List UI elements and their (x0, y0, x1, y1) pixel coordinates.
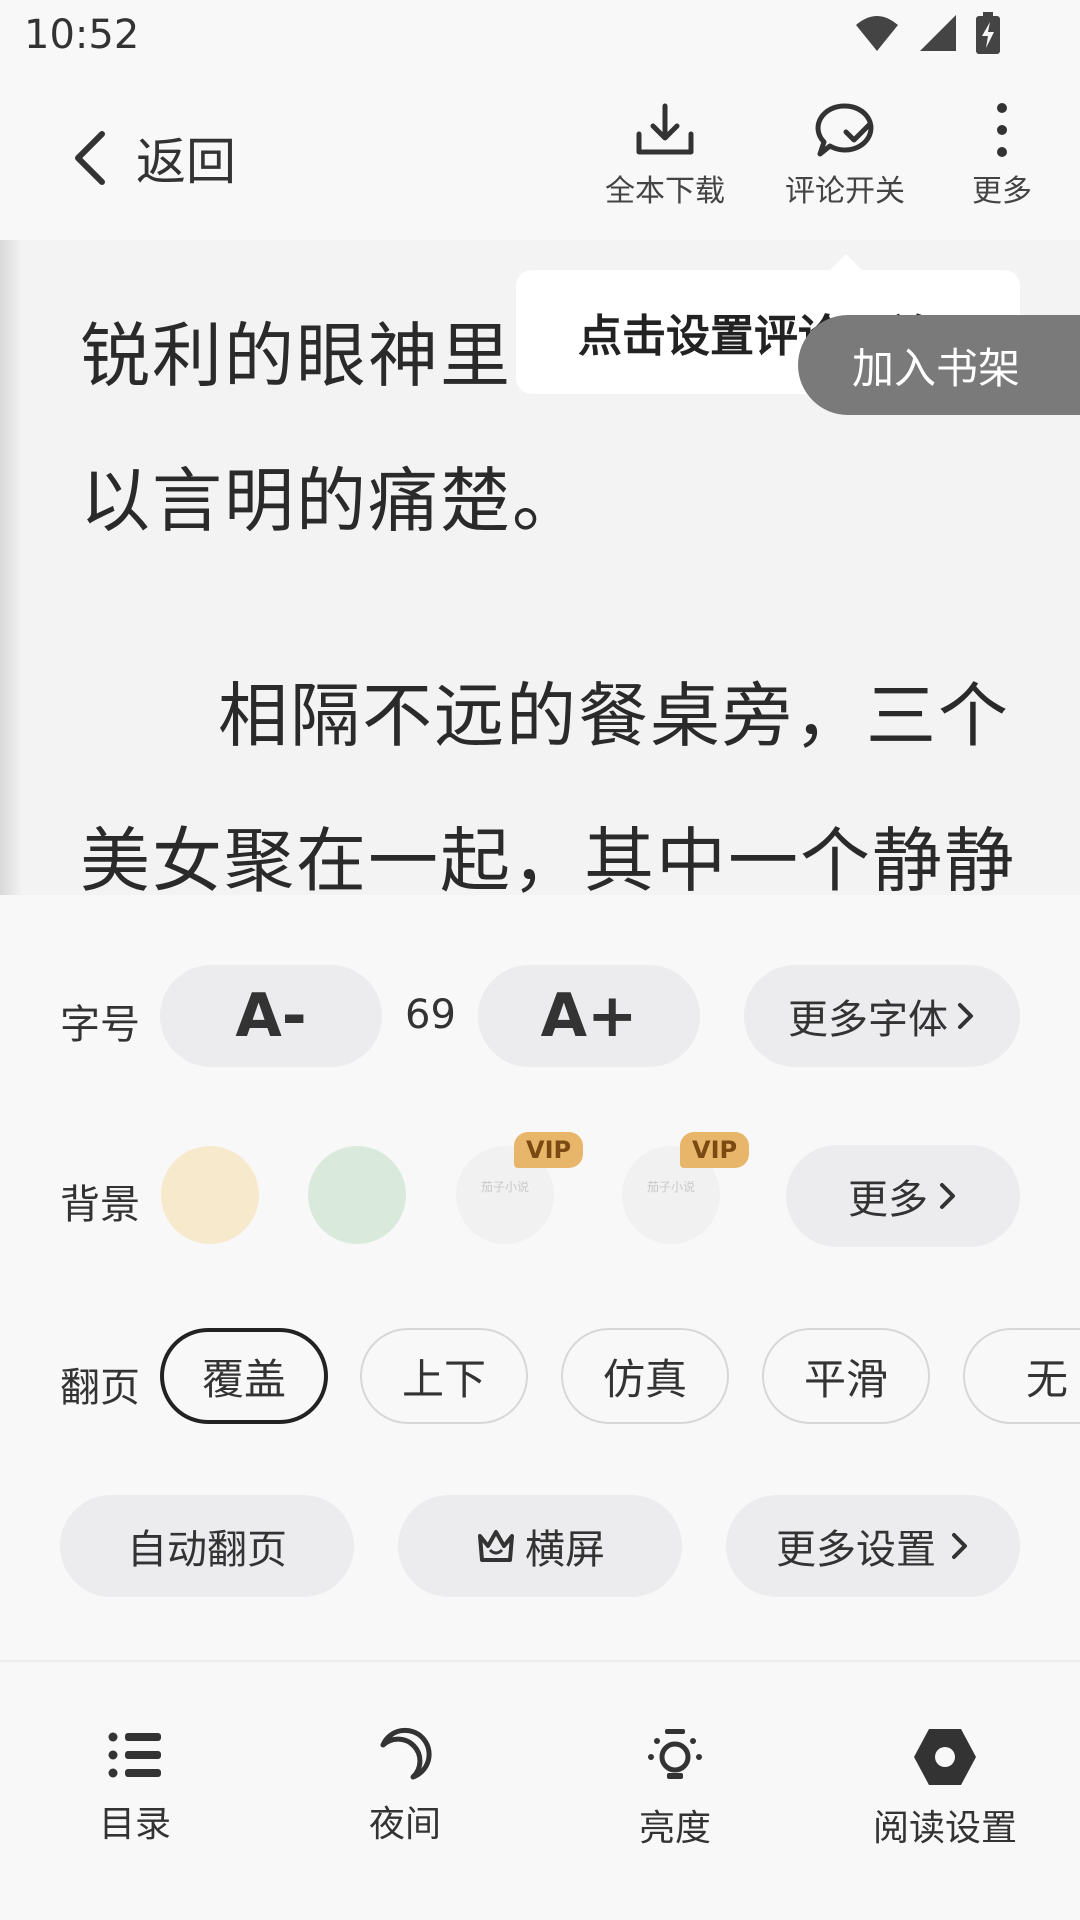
nav-label: 阅读设置 (872, 1808, 1017, 1849)
wifi-icon (856, 16, 898, 51)
landscape-label: 横屏 (525, 1527, 605, 1573)
tooltip-arrow (830, 254, 862, 270)
turn-option-vertical[interactable]: 上下 (360, 1328, 528, 1424)
font-increase-button[interactable]: A+ (478, 965, 700, 1067)
comment-toggle-button[interactable]: 评论开关 (785, 102, 905, 210)
nav-label: 夜间 (368, 1804, 441, 1845)
background-swatch-beige[interactable] (161, 1146, 259, 1244)
more-settings-label: 更多设置 (776, 1527, 936, 1573)
back-button[interactable]: 返回 (72, 122, 236, 194)
more-vertical-icon (997, 103, 1007, 157)
more-label: 更多 (972, 174, 1032, 209)
reading-settings-panel: 字号 A- 69 A+ 更多字体 背景 茄子小说 VIP 茄子小说 VIP 更多… (0, 895, 1080, 1660)
status-icons (854, 12, 1000, 54)
nav-item-reading-settings[interactable]: 阅读设置 (835, 1727, 1055, 1851)
chevron-left-icon (75, 131, 105, 185)
moon-icon (380, 1727, 432, 1780)
more-button[interactable]: 更多 (972, 102, 1032, 210)
text-line: 锐利的眼神里 (80, 315, 512, 397)
comment-toggle-label: 评论开关 (785, 174, 905, 209)
nav-item-night[interactable]: 夜间 (295, 1727, 515, 1847)
more-fonts-label: 更多字体 (788, 997, 948, 1043)
nav-item-contents[interactable]: 目录 (25, 1727, 245, 1847)
bottom-nav: 目录 夜间 亮度 阅读设置 (0, 1662, 1080, 1920)
download-label: 全本下载 (605, 174, 725, 209)
reading-area[interactable]: 锐利的眼神里 以言明的痛楚。 相隔不远的餐桌旁，三个 美女聚在一起，其中一个静静… (0, 240, 1080, 895)
more-backgrounds-button[interactable]: 更多 (786, 1145, 1020, 1247)
download-button[interactable]: 全本下载 (605, 102, 725, 210)
vip-badge: VIP (680, 1132, 750, 1168)
more-fonts-button[interactable]: 更多字体 (744, 965, 1020, 1067)
nav-label: 亮度 (638, 1808, 711, 1849)
brightness-icon (648, 1729, 702, 1779)
vip-badge: VIP (514, 1132, 584, 1168)
back-label: 返回 (136, 133, 236, 191)
font-decrease-button[interactable]: A- (160, 965, 382, 1067)
nav-label: 目录 (98, 1804, 171, 1845)
comment-check-icon (815, 103, 874, 157)
background-label: 背景 (60, 1182, 140, 1228)
turn-option-cover[interactable]: 覆盖 (160, 1328, 328, 1424)
list-icon (108, 1732, 161, 1778)
turn-option-simulation[interactable]: 仿真 (561, 1328, 729, 1424)
more-backgrounds-label: 更多 (848, 1177, 928, 1223)
nav-item-brightness[interactable]: 亮度 (565, 1727, 785, 1851)
font-size-label: 字号 (60, 1002, 140, 1048)
background-swatch-green[interactable] (308, 1146, 406, 1244)
signal-icon (920, 15, 956, 51)
turn-option-smooth[interactable]: 平滑 (762, 1328, 930, 1424)
page-edge-shadow (0, 240, 22, 895)
chevron-right-icon (958, 1003, 973, 1029)
text-line: 相隔不远的餐桌旁，三个 (218, 675, 1010, 757)
settings-hexagon-icon (914, 1729, 976, 1785)
add-to-shelf-button[interactable]: 加入书架 (798, 315, 1080, 415)
more-settings-button[interactable]: 更多设置 (726, 1495, 1020, 1597)
chevron-right-icon (940, 1183, 955, 1209)
page-turn-label: 翻页 (60, 1365, 140, 1411)
chevron-right-icon (952, 1533, 967, 1559)
turn-option-none[interactable]: 无 (963, 1328, 1080, 1424)
top-toolbar: 返回 全本下载 评论开关 更多 (0, 72, 1080, 240)
text-line: 美女聚在一起，其中一个静静 (80, 820, 1016, 895)
crown-icon (478, 1530, 514, 1562)
font-size-value: 69 (405, 992, 456, 1038)
status-bar: 10:52 (0, 0, 1080, 72)
auto-turn-button[interactable]: 自动翻页 (60, 1495, 354, 1597)
status-time: 10:52 (24, 12, 140, 58)
landscape-button[interactable]: 横屏 (398, 1495, 682, 1597)
download-icon (636, 103, 694, 155)
text-line: 以言明的痛楚。 (80, 460, 584, 542)
battery-icon (976, 12, 1000, 54)
